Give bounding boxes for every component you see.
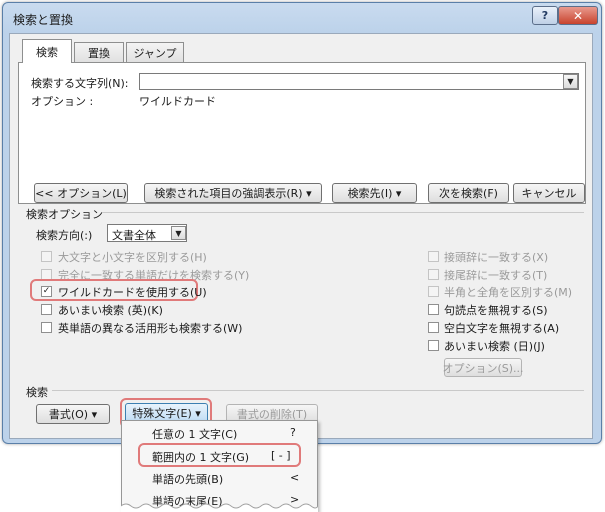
close-icon: ✕ xyxy=(572,8,584,23)
title-bar[interactable]: 検索と置換 ? ✕ xyxy=(3,3,601,33)
punctuation-label: 句読点を無視する(S) xyxy=(444,304,548,317)
wildcard-checkbox[interactable]: ✓ xyxy=(41,286,52,297)
direction-label: 検索方向(:) xyxy=(36,229,93,242)
menu-item-code: [ - ] xyxy=(271,449,291,462)
prefix-label: 接頭辞に一致する(X) xyxy=(444,251,549,264)
tab-find[interactable]: 検索 xyxy=(22,39,72,63)
find-next-button[interactable]: 次を検索(F) xyxy=(428,183,509,203)
search-divider xyxy=(52,390,584,391)
chevron-down-icon: ▼ xyxy=(175,228,182,238)
suffix-label: 接尾辞に一致する(T) xyxy=(444,269,548,282)
find-replace-dialog: 検索と置換 ? ✕ 検索 置換 ジャンプ 検索する文字列(N): ▼ オプション… xyxy=(2,2,602,444)
fuzzy-en-checkbox[interactable] xyxy=(41,304,52,315)
wildcard-label: ワイルドカードを使用する(U) xyxy=(58,286,207,299)
options-label: オプション : xyxy=(31,95,94,108)
menu-item-range-char[interactable]: 範囲内の 1 文字(G) [ - ] xyxy=(122,445,317,465)
tab-panel: 検索する文字列(N): ▼ オプション : ワイルドカード << オプション(L… xyxy=(18,62,586,204)
suffix-checkbox[interactable] xyxy=(428,269,439,280)
find-what-input[interactable]: ▼ xyxy=(139,73,579,90)
chevron-down-icon: ▼ xyxy=(567,77,574,86)
direction-dropdown[interactable]: ▼ xyxy=(171,226,186,240)
whitespace-label: 空白文字を無視する(A) xyxy=(444,322,560,335)
less-options-button[interactable]: << オプション(L) xyxy=(34,183,128,203)
word-forms-label: 英単語の異なる活用形も検索する(W) xyxy=(58,322,243,335)
word-forms-checkbox[interactable] xyxy=(41,322,52,333)
special-menu: 任意の 1 文字(C) ? 範囲内の 1 文字(G) [ - ] 単語の先頭(B… xyxy=(121,420,318,512)
punctuation-checkbox[interactable] xyxy=(428,304,439,315)
search-options-divider xyxy=(102,212,584,213)
fuzzy-options-button[interactable]: オプション(S)... xyxy=(442,358,524,377)
menu-item-code: ? xyxy=(290,426,296,439)
width-label: 半角と全角を区別する(M) xyxy=(444,286,573,299)
fuzzy-ja-label: あいまい検索 (日)(J) xyxy=(444,340,545,353)
tab-replace[interactable]: 置換 xyxy=(74,42,124,62)
find-what-dropdown[interactable]: ▼ xyxy=(563,74,578,89)
close-button[interactable]: ✕ xyxy=(558,6,598,25)
dialog-title: 検索と置換 xyxy=(13,13,74,27)
direction-value: 文書全体 xyxy=(112,229,156,242)
find-what-label: 検索する文字列(N): xyxy=(31,77,129,90)
cancel-button[interactable]: キャンセル xyxy=(513,183,585,203)
search-heading: 検索 xyxy=(26,386,48,399)
width-checkbox[interactable] xyxy=(428,286,439,297)
match-case-checkbox[interactable] xyxy=(41,251,52,262)
direction-select[interactable]: 文書全体 ▼ xyxy=(107,224,187,242)
whitespace-checkbox[interactable] xyxy=(428,322,439,333)
options-value: ワイルドカード xyxy=(139,95,216,108)
menu-item-word-start[interactable]: 単語の先頭(B) < xyxy=(122,469,317,489)
torn-edge xyxy=(121,503,318,512)
help-icon: ? xyxy=(541,9,549,22)
fuzzy-ja-checkbox[interactable] xyxy=(428,340,439,351)
fuzzy-en-label: あいまい検索 (英)(K) xyxy=(58,304,163,317)
dialog-client: 検索 置換 ジャンプ 検索する文字列(N): ▼ オプション : ワイルドカード… xyxy=(9,33,593,439)
highlight-button[interactable]: 検索された項目の強調表示(R) ▾ xyxy=(144,183,322,203)
find-in-button[interactable]: 検索先(I) ▾ xyxy=(332,183,417,203)
menu-item-label: 単語の先頭(B) xyxy=(152,473,224,486)
checkmark-icon: ✓ xyxy=(42,286,51,296)
match-case-label: 大文字と小文字を区別する(H) xyxy=(58,251,207,264)
prefix-checkbox[interactable] xyxy=(428,251,439,262)
menu-item-any-char[interactable]: 任意の 1 文字(C) ? xyxy=(122,423,317,443)
help-button[interactable]: ? xyxy=(532,6,558,25)
menu-item-code: < xyxy=(290,471,300,484)
menu-item-label: 範囲内の 1 文字(G) xyxy=(152,451,250,464)
format-button[interactable]: 書式(O) ▾ xyxy=(36,404,110,424)
menu-item-label: 任意の 1 文字(C) xyxy=(152,428,238,441)
tab-goto[interactable]: ジャンプ xyxy=(126,42,184,62)
search-options-heading: 検索オプション xyxy=(26,208,103,221)
